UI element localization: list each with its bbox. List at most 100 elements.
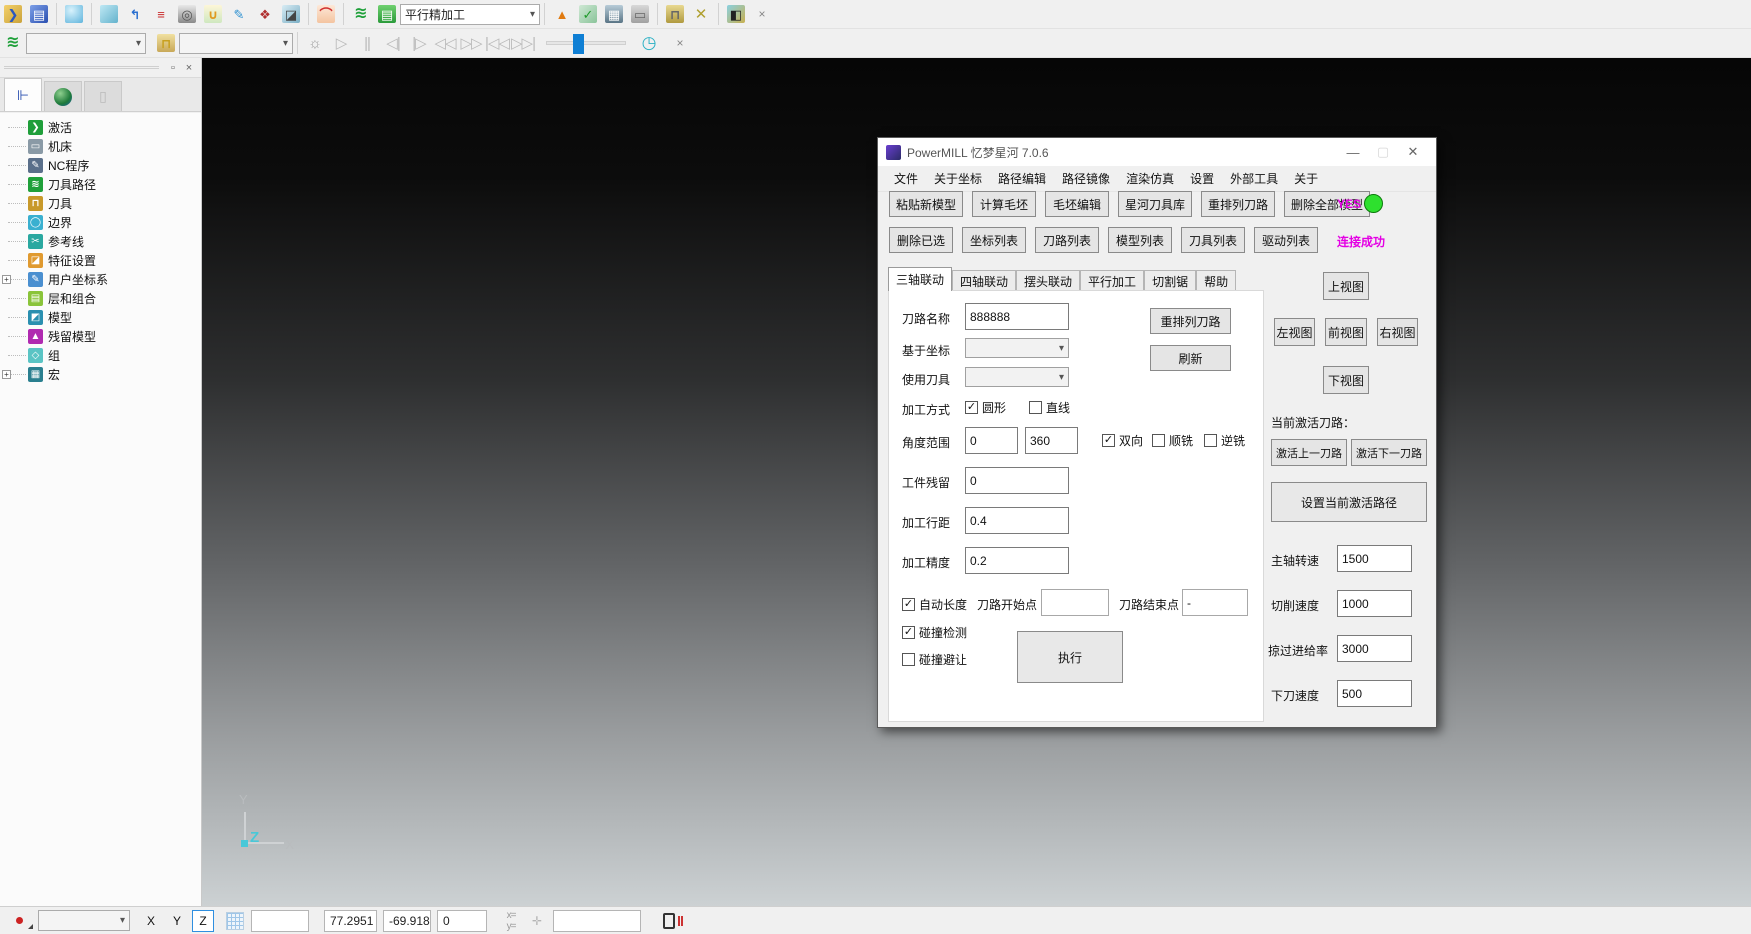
tree-item[interactable]: ✎NC程序	[0, 156, 201, 175]
climb-mill-checkbox[interactable]: ✓顺铣	[1152, 432, 1193, 449]
tree-item[interactable]: ▭机床	[0, 137, 201, 156]
sim-tool-combo[interactable]: ▾	[179, 33, 293, 54]
step-forward-button[interactable]: |▷	[406, 34, 432, 52]
tree-item-label[interactable]: 机床	[48, 138, 72, 155]
axis-y-button[interactable]: Y	[166, 910, 188, 932]
lightbulb-icon[interactable]: ☼	[303, 31, 327, 55]
verify-icon[interactable]: ✓	[576, 2, 600, 26]
grid-size-field[interactable]	[251, 910, 309, 932]
sim-tool-icon[interactable]: ⊓	[154, 31, 178, 55]
toolpath-return-icon[interactable]: ↰	[123, 2, 147, 26]
tool-pair-icon[interactable]: ⊓	[663, 2, 687, 26]
auto-length-checkbox[interactable]: ✓自动长度	[902, 596, 967, 613]
circle-checkbox[interactable]: ✓圆形	[965, 399, 1006, 416]
tab-recycle-bin[interactable]: ▯	[84, 81, 122, 111]
view-right-button[interactable]: 右视图	[1377, 318, 1418, 346]
dialog-tab[interactable]: 三轴联动	[888, 267, 952, 291]
tree-item-label[interactable]: 刀具	[48, 195, 72, 212]
action-button[interactable]: 模型列表	[1108, 227, 1172, 253]
dialog-tab[interactable]: 摆头联动	[1016, 270, 1080, 291]
tree-item-label[interactable]: 组	[48, 347, 60, 364]
block-icon[interactable]	[97, 2, 121, 26]
sim-speed-slider[interactable]	[546, 41, 626, 45]
save-project-icon[interactable]: ▤	[27, 2, 51, 26]
action-button[interactable]: 计算毛坯	[972, 191, 1036, 217]
draw-mode-button[interactable]	[2, 910, 36, 932]
tree-item[interactable]: ⊓刀具	[0, 194, 201, 213]
skim-feed-input[interactable]	[1337, 635, 1412, 662]
tree-item-label[interactable]: NC程序	[48, 157, 89, 174]
tolerance-input[interactable]	[965, 547, 1069, 574]
xyz-list-icon[interactable]: x=y=	[500, 910, 522, 932]
expand-icon[interactable]: +	[2, 370, 11, 379]
probe-icon[interactable]: ✛	[526, 910, 548, 932]
tree-item[interactable]: +▦宏	[0, 365, 201, 384]
clock-icon[interactable]: ◷	[637, 31, 661, 55]
action-button[interactable]: 删除已选	[889, 227, 953, 253]
collision-avoid-checkbox[interactable]: ✓碰撞避让	[902, 651, 967, 668]
axis-x-button[interactable]: X	[140, 910, 162, 932]
calculator-icon[interactable]: ▦	[602, 2, 626, 26]
action-button[interactable]: 驱动列表	[1254, 227, 1318, 253]
spindle-speed-input[interactable]	[1337, 545, 1412, 572]
cutting-speed-input[interactable]	[1337, 590, 1412, 617]
tree-item[interactable]: ◯边界	[0, 213, 201, 232]
tree-item[interactable]: ◇组	[0, 346, 201, 365]
sphere-icon[interactable]	[62, 2, 86, 26]
refresh-button[interactable]: 刷新	[1150, 345, 1231, 371]
tab-globe[interactable]	[44, 81, 82, 111]
plunge-speed-input[interactable]	[1337, 680, 1412, 707]
tool-holder-icon[interactable]: ⌒	[314, 2, 338, 26]
pattern-draw-icon[interactable]: ✎	[227, 2, 251, 26]
action-button[interactable]: 刀具列表	[1181, 227, 1245, 253]
rewind-button[interactable]: ◁◁	[432, 34, 458, 52]
menu-item[interactable]: 设置	[1182, 170, 1222, 187]
collision-check-checkbox[interactable]: ✓碰撞检测	[902, 624, 967, 641]
stock-left-input[interactable]	[965, 467, 1069, 494]
view-bottom-button[interactable]: 下视图	[1323, 366, 1369, 394]
activate-next-toolpath-button[interactable]: 激活下一刀路	[1351, 439, 1427, 466]
dialog-tab[interactable]: 帮助	[1196, 270, 1236, 291]
set-active-path-button[interactable]: 设置当前激活路径	[1271, 482, 1427, 522]
graphics-viewport[interactable]: Y X Z PowerMILL 忆梦星河 7.0.6 — ▢ ✕ 文件关于坐标路…	[202, 58, 1751, 906]
tree-item-label[interactable]: 残留模型	[48, 328, 96, 345]
tree-item[interactable]: ≋刀具路径	[0, 175, 201, 194]
menu-item[interactable]: 外部工具	[1222, 170, 1286, 187]
action-button[interactable]: 刀路列表	[1035, 227, 1099, 253]
start-point-input[interactable]	[1041, 589, 1109, 616]
close-pane-icon[interactable]: ×	[181, 61, 197, 75]
toolpath-icon[interactable]: ≋	[349, 2, 373, 26]
cubes-icon[interactable]: ◧	[724, 2, 748, 26]
menu-item[interactable]: 关于坐标	[926, 170, 990, 187]
view-front-button[interactable]: 前视图	[1325, 318, 1367, 346]
transform-icon[interactable]: ✕	[689, 2, 713, 26]
toolpath-sim-icon[interactable]: ≋	[1, 31, 25, 55]
line-checkbox[interactable]: ✓直线	[1029, 399, 1070, 416]
stock-icon[interactable]: ≡	[149, 2, 173, 26]
menu-item[interactable]: 路径镜像	[1054, 170, 1118, 187]
toolpath-name-input[interactable]	[965, 303, 1069, 330]
toolpath-strategy-combo[interactable]: 平行精加工 ▾	[400, 4, 540, 25]
tree-item-label[interactable]: 参考线	[48, 233, 84, 250]
end-point-input[interactable]	[1182, 589, 1248, 616]
dialog-tab[interactable]: 切割锯	[1144, 270, 1196, 291]
tree-item[interactable]: ◩模型	[0, 308, 201, 327]
rearrange-toolpath-button[interactable]: 重排列刀路	[1150, 308, 1231, 334]
dialog-tab[interactable]: 四轴联动	[952, 270, 1016, 291]
expand-icon[interactable]: +	[2, 275, 11, 284]
tool-fire-icon[interactable]: ▲	[550, 2, 574, 26]
tree-item[interactable]: ◪特征设置	[0, 251, 201, 270]
tree-item-label[interactable]: 模型	[48, 309, 72, 326]
conventional-mill-checkbox[interactable]: ✓逆铣	[1204, 432, 1245, 449]
tree-item-label[interactable]: 宏	[48, 366, 60, 383]
menu-item[interactable]: 文件	[886, 170, 926, 187]
toolbar-close-icon[interactable]: ×	[750, 2, 774, 26]
angle-from-input[interactable]	[965, 427, 1018, 454]
clipboard-button[interactable]	[658, 910, 680, 932]
maximize-button[interactable]: ▢	[1368, 141, 1398, 163]
tree-item-label[interactable]: 激活	[48, 119, 72, 136]
toolpath-list-icon[interactable]: ▤	[375, 2, 399, 26]
based-coord-combo[interactable]: ▾	[965, 338, 1069, 358]
action-button[interactable]: 毛坯编辑	[1045, 191, 1109, 217]
step-back-button[interactable]: ◁|	[380, 34, 406, 52]
